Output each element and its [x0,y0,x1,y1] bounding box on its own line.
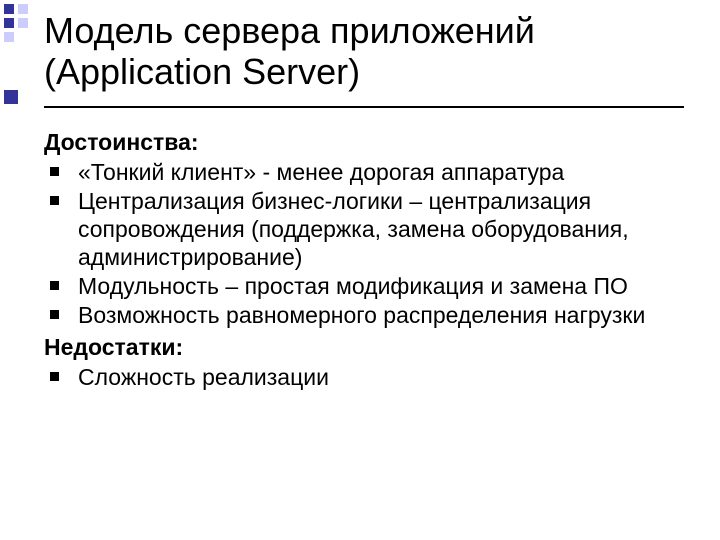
bullet-icon [50,310,59,319]
slide: Модель сервера приложений (Application S… [0,0,720,540]
bullet-icon [50,372,59,381]
list-item: «Тонкий клиент» - менее дорогая аппарату… [44,158,684,186]
bullet-icon [50,167,59,176]
title-underline [44,106,684,108]
list-item-text: Возможность равномерного распределения н… [78,302,645,328]
slide-decoration [0,0,36,540]
list-item-text: Модульность – простая модификация и заме… [78,273,628,299]
list-item: Возможность равномерного распределения н… [44,301,684,329]
list-item-text: Сложность реализации [78,364,329,390]
list-item-text: Централизация бизнес-логики – централиза… [78,188,629,270]
disadvantages-heading: Недостатки: [44,333,684,361]
slide-body: Достоинства: «Тонкий клиент» - менее дор… [44,128,684,395]
bullet-icon [50,196,59,205]
advantages-heading: Достоинства: [44,128,684,156]
list-item: Сложность реализации [44,363,684,391]
list-item: Централизация бизнес-логики – централиза… [44,187,684,271]
slide-title: Модель сервера приложений (Application S… [44,10,684,93]
list-item: Модульность – простая модификация и заме… [44,272,684,300]
bullet-icon [50,281,59,290]
advantages-list: «Тонкий клиент» - менее дорогая аппарату… [44,158,684,329]
disadvantages-list: Сложность реализации [44,363,684,391]
list-item-text: «Тонкий клиент» - менее дорогая аппарату… [78,159,564,185]
